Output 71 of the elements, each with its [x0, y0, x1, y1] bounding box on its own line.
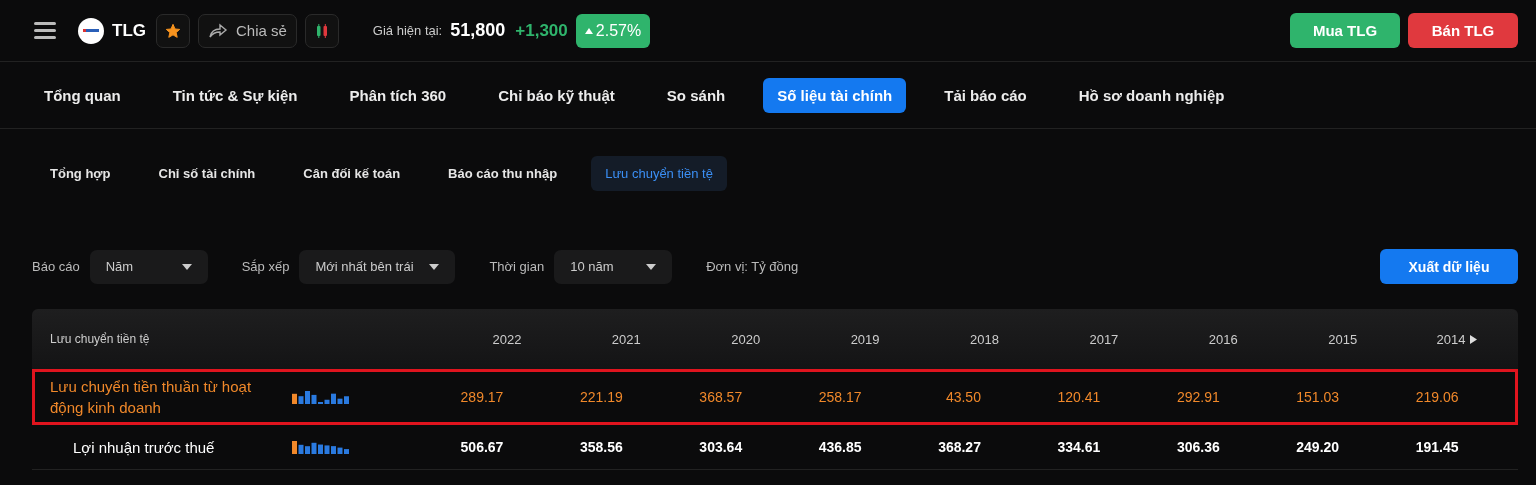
caret-icon [646, 263, 657, 270]
nav-tab[interactable]: Tin tức & Sự kiện [158, 77, 312, 113]
nav-tab[interactable]: Hồ sơ doanh nghiệp [1064, 77, 1239, 113]
column-header: Lưu chuyển tiền tệ [49, 332, 151, 346]
star-icon [165, 22, 181, 39]
column-header: 2014 [1357, 331, 1493, 347]
column-header: 2022 [491, 331, 522, 347]
row-label: Lưu chuyển tiền thuần từ hoạt động kinh doanh [49, 377, 253, 418]
filter-label: Sắp xếp [241, 259, 290, 274]
logo-icon [78, 17, 104, 44]
sub-tab[interactable]: Cân đối kế toán [289, 155, 415, 191]
ticker-symbol: TLG [112, 20, 146, 41]
table-cell-text: 358.56 [578, 439, 623, 455]
share-icon [208, 22, 228, 39]
caret-icon [181, 263, 192, 270]
up-triangle-icon [584, 27, 593, 34]
share-button[interactable]: Chia sẻ [198, 13, 297, 48]
candlestick-chart-button[interactable] [304, 13, 339, 48]
sub-tab[interactable]: Chỉ số tài chính [144, 155, 270, 191]
sub-tab[interactable]: Tổng hợp [36, 155, 125, 191]
table-cell-text: 191.45 [1414, 439, 1460, 455]
column-header: 2017 [1088, 331, 1119, 347]
column-header: 2020 [730, 331, 761, 347]
table-cell-text: 289.17 [459, 389, 504, 405]
sub-tab[interactable]: Báo cáo thu nhập [434, 155, 572, 191]
price-change: +1,300 [515, 20, 568, 41]
column-header: 2016 [1207, 331, 1238, 347]
unit-label: Đơn vị: Tỷ đồng [706, 259, 799, 274]
nav-tab[interactable]: So sánh [652, 77, 740, 113]
column-header: 2018 [969, 331, 999, 347]
column-header: 2021 [610, 331, 641, 347]
table-cell-text: 303.64 [698, 439, 743, 455]
column-header: 2019 [849, 331, 880, 347]
table-cell-text: 506.67 [459, 439, 504, 455]
table-cell-text: 368.27 [937, 439, 981, 455]
nav-tab[interactable]: Chỉ báo kỹ thuật [484, 77, 629, 113]
table-cell-text: 120.41 [1056, 389, 1101, 405]
table-cell-text: 436.85 [817, 439, 862, 455]
price-label: Giá hiện tại: [372, 23, 443, 38]
export-button[interactable]: Xuất dữ liệu [1380, 249, 1518, 284]
percent-change-badge: 2.57% [575, 13, 651, 48]
menu-icon[interactable] [34, 22, 56, 39]
row-label: Lợi nhuận trước thuế [72, 437, 216, 458]
table-cell-text: 258.17 [817, 389, 862, 405]
filter-label: Báo cáo [32, 259, 80, 274]
table-cell-text: 219.06 [1414, 389, 1460, 405]
table-cell-text: 334.61 [1056, 439, 1101, 455]
dropdown[interactable]: Năm [89, 249, 208, 284]
table-cell-text: 43.50 [944, 389, 981, 405]
sparkline-chart [292, 440, 352, 454]
sell-button[interactable]: Bán TLG [1408, 13, 1518, 48]
nav-tab[interactable]: Tải báo cáo [930, 77, 1041, 113]
sparkline-chart [292, 390, 352, 404]
dropdown[interactable]: Mới nhất bên trái [299, 249, 456, 284]
dropdown[interactable]: 10 năm [554, 249, 673, 284]
nav-tab[interactable]: Phân tích 360 [335, 77, 461, 113]
table-cell-text: 151.03 [1295, 389, 1340, 405]
right-arrow-icon[interactable] [1469, 334, 1477, 344]
filter-label: Thời gian [489, 259, 545, 274]
sub-tab[interactable]: Lưu chuyển tiền tệ [591, 155, 727, 191]
table-cell-text: 306.36 [1175, 439, 1220, 455]
nav-tab[interactable]: Số liệu tài chính [763, 77, 907, 113]
favorite-button[interactable] [156, 13, 190, 48]
caret-icon [429, 263, 440, 270]
table-cell-text: 249.20 [1295, 439, 1340, 455]
current-price: 51,800 [450, 20, 506, 41]
nav-tab[interactable]: Tổng quan [30, 77, 135, 113]
table-cell-text: 368.57 [698, 389, 743, 405]
column-header: 2015 [1327, 331, 1358, 347]
table-cell-text: 221.19 [578, 389, 623, 405]
table-cell-text: 292.91 [1175, 389, 1220, 405]
